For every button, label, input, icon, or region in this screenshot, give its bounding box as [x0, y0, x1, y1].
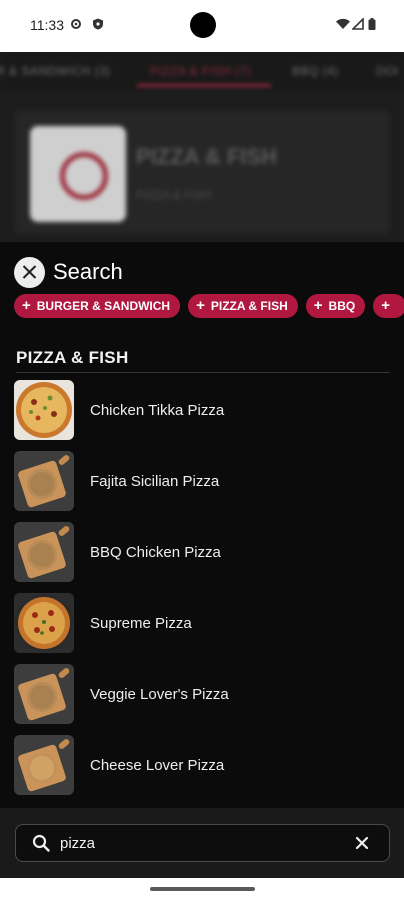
item-name: Veggie Lover's Pizza [90, 686, 229, 703]
item-name: Chicken Tikka Pizza [90, 402, 225, 419]
wifi-icon [336, 18, 350, 29]
chip-label: BBQ [328, 299, 356, 313]
pizza-thumbnail [14, 593, 74, 653]
search-icon [32, 834, 50, 852]
home-gesture-handle[interactable] [150, 887, 255, 891]
background-category-tabs: R & SANDWICH (3) PIZZA & FISH (7) BBQ (4… [0, 52, 404, 90]
search-bar-area [0, 808, 404, 878]
search-box [15, 824, 390, 862]
section-divider [16, 372, 390, 373]
background-store-subtitle: PIZZA & FISH [136, 188, 212, 202]
chip-burger-sandwich[interactable]: + BURGER & SANDWICH [14, 294, 181, 318]
signal-icon [352, 18, 364, 30]
result-item[interactable]: Veggie Lover's Pizza [0, 662, 404, 724]
close-search-button[interactable] [14, 256, 45, 288]
settings-status-icon [71, 19, 81, 29]
result-item[interactable]: Supreme Pizza [0, 591, 404, 653]
background-tab: DOI [376, 64, 399, 78]
section-title: PIZZA & FISH [16, 348, 129, 367]
category-chips: + BURGER & SANDWICH + PIZZA & FISH + BBQ + [14, 294, 404, 319]
pizza-thumbnail [14, 380, 74, 440]
search-header: Search [14, 256, 123, 288]
item-name: BBQ Chicken Pizza [90, 544, 221, 561]
search-input[interactable] [60, 833, 340, 853]
chip-label: BURGER & SANDWICH [36, 299, 171, 313]
background-tab-active: PIZZA & FISH (7) [150, 64, 252, 78]
chip-pizza-fish[interactable]: + PIZZA & FISH [188, 294, 298, 318]
result-item[interactable]: BBQ Chicken Pizza [0, 520, 404, 582]
search-panel: Search + BURGER & SANDWICH + PIZZA & FISH + B… [0, 242, 404, 878]
plus-icon: + [381, 297, 390, 314]
pizza-thumbnail [14, 735, 74, 795]
background-store-page: R & SANDWICH (3) PIZZA & FISH (7) BBQ (4… [0, 52, 404, 242]
chip-bbq[interactable]: + BBQ [305, 294, 366, 318]
item-name: Fajita Sicilian Pizza [90, 473, 220, 490]
item-name: Cheese Lover Pizza [90, 757, 225, 774]
background-tab: BBQ (4) [292, 64, 339, 78]
result-item[interactable]: Fajita Sicilian Pizza [0, 449, 404, 511]
result-item[interactable]: Chicken Tikka Pizza [0, 378, 404, 440]
chip-more[interactable]: + [373, 294, 404, 318]
shield-status-icon [93, 18, 103, 30]
status-bar: 11:33 [0, 0, 404, 52]
plus-icon: + [196, 297, 205, 314]
clear-search-icon[interactable] [354, 835, 370, 851]
status-time: 11:33 [30, 17, 64, 33]
pizza-thumbnail [14, 664, 74, 724]
background-store-title: PIZZA & FISH [136, 144, 277, 169]
background-store-card: PIZZA & FISH PIZZA & FISH [14, 110, 390, 234]
background-tab: R & SANDWICH (3) [0, 64, 111, 78]
camera-cutout [190, 12, 216, 38]
pizza-thumbnail [14, 451, 74, 511]
pizza-thumbnail [14, 522, 74, 582]
store-logo [30, 126, 126, 222]
battery-icon [368, 18, 376, 30]
plus-icon: + [313, 297, 323, 314]
chip-label: PIZZA & FISH [210, 299, 288, 313]
plus-icon: + [22, 297, 31, 314]
search-title: Search [53, 259, 123, 284]
result-item[interactable]: Cheese Lover Pizza [0, 733, 404, 795]
background-tab-underline [137, 84, 271, 87]
item-name: Supreme Pizza [90, 615, 192, 632]
navigation-bar [0, 878, 404, 900]
